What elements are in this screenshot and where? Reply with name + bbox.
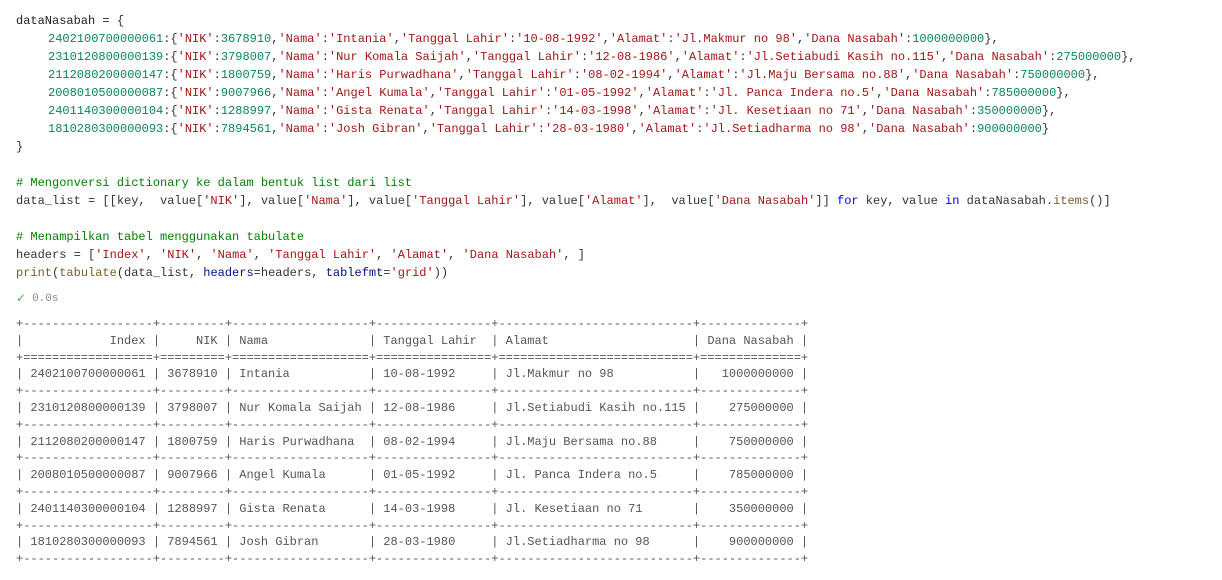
code-cell[interactable]: dataNasabah = { 2402100700000061:{'NIK':… bbox=[8, 8, 1214, 286]
code-line: 2112080200000147:{'NIK':1800759,'Nama':'… bbox=[16, 66, 1206, 84]
code-line: 2401140300000104:{'NIK':1288997,'Nama':'… bbox=[16, 102, 1206, 120]
code-line: print(tabulate(data_list, headers=header… bbox=[16, 264, 1206, 282]
code-line: dataNasabah = { bbox=[16, 12, 1206, 30]
code-line: 2402100700000061:{'NIK':3678910,'Nama':'… bbox=[16, 30, 1206, 48]
execution-status: ✓ 0.0s bbox=[8, 286, 1214, 312]
code-comment: # Mengonversi dictionary ke dalam bentuk… bbox=[16, 174, 1206, 192]
code-line: data_list = [[key, value['NIK'], value['… bbox=[16, 192, 1206, 210]
code-line: 2008010500000087:{'NIK':9007966,'Nama':'… bbox=[16, 84, 1206, 102]
exec-time: 0.0s bbox=[32, 291, 58, 308]
code-line: 2310120800000139:{'NIK':3798007,'Nama':'… bbox=[16, 48, 1206, 66]
code-comment: # Menampilkan tabel menggunakan tabulate bbox=[16, 228, 1206, 246]
code-line: 1810280300000093:{'NIK':7894561,'Nama':'… bbox=[16, 120, 1206, 138]
output-cell: +------------------+---------+----------… bbox=[8, 312, 1214, 572]
code-line: headers = ['Index', 'NIK', 'Nama', 'Tang… bbox=[16, 246, 1206, 264]
code-line: } bbox=[16, 138, 1206, 156]
check-icon: ✓ bbox=[16, 290, 26, 308]
